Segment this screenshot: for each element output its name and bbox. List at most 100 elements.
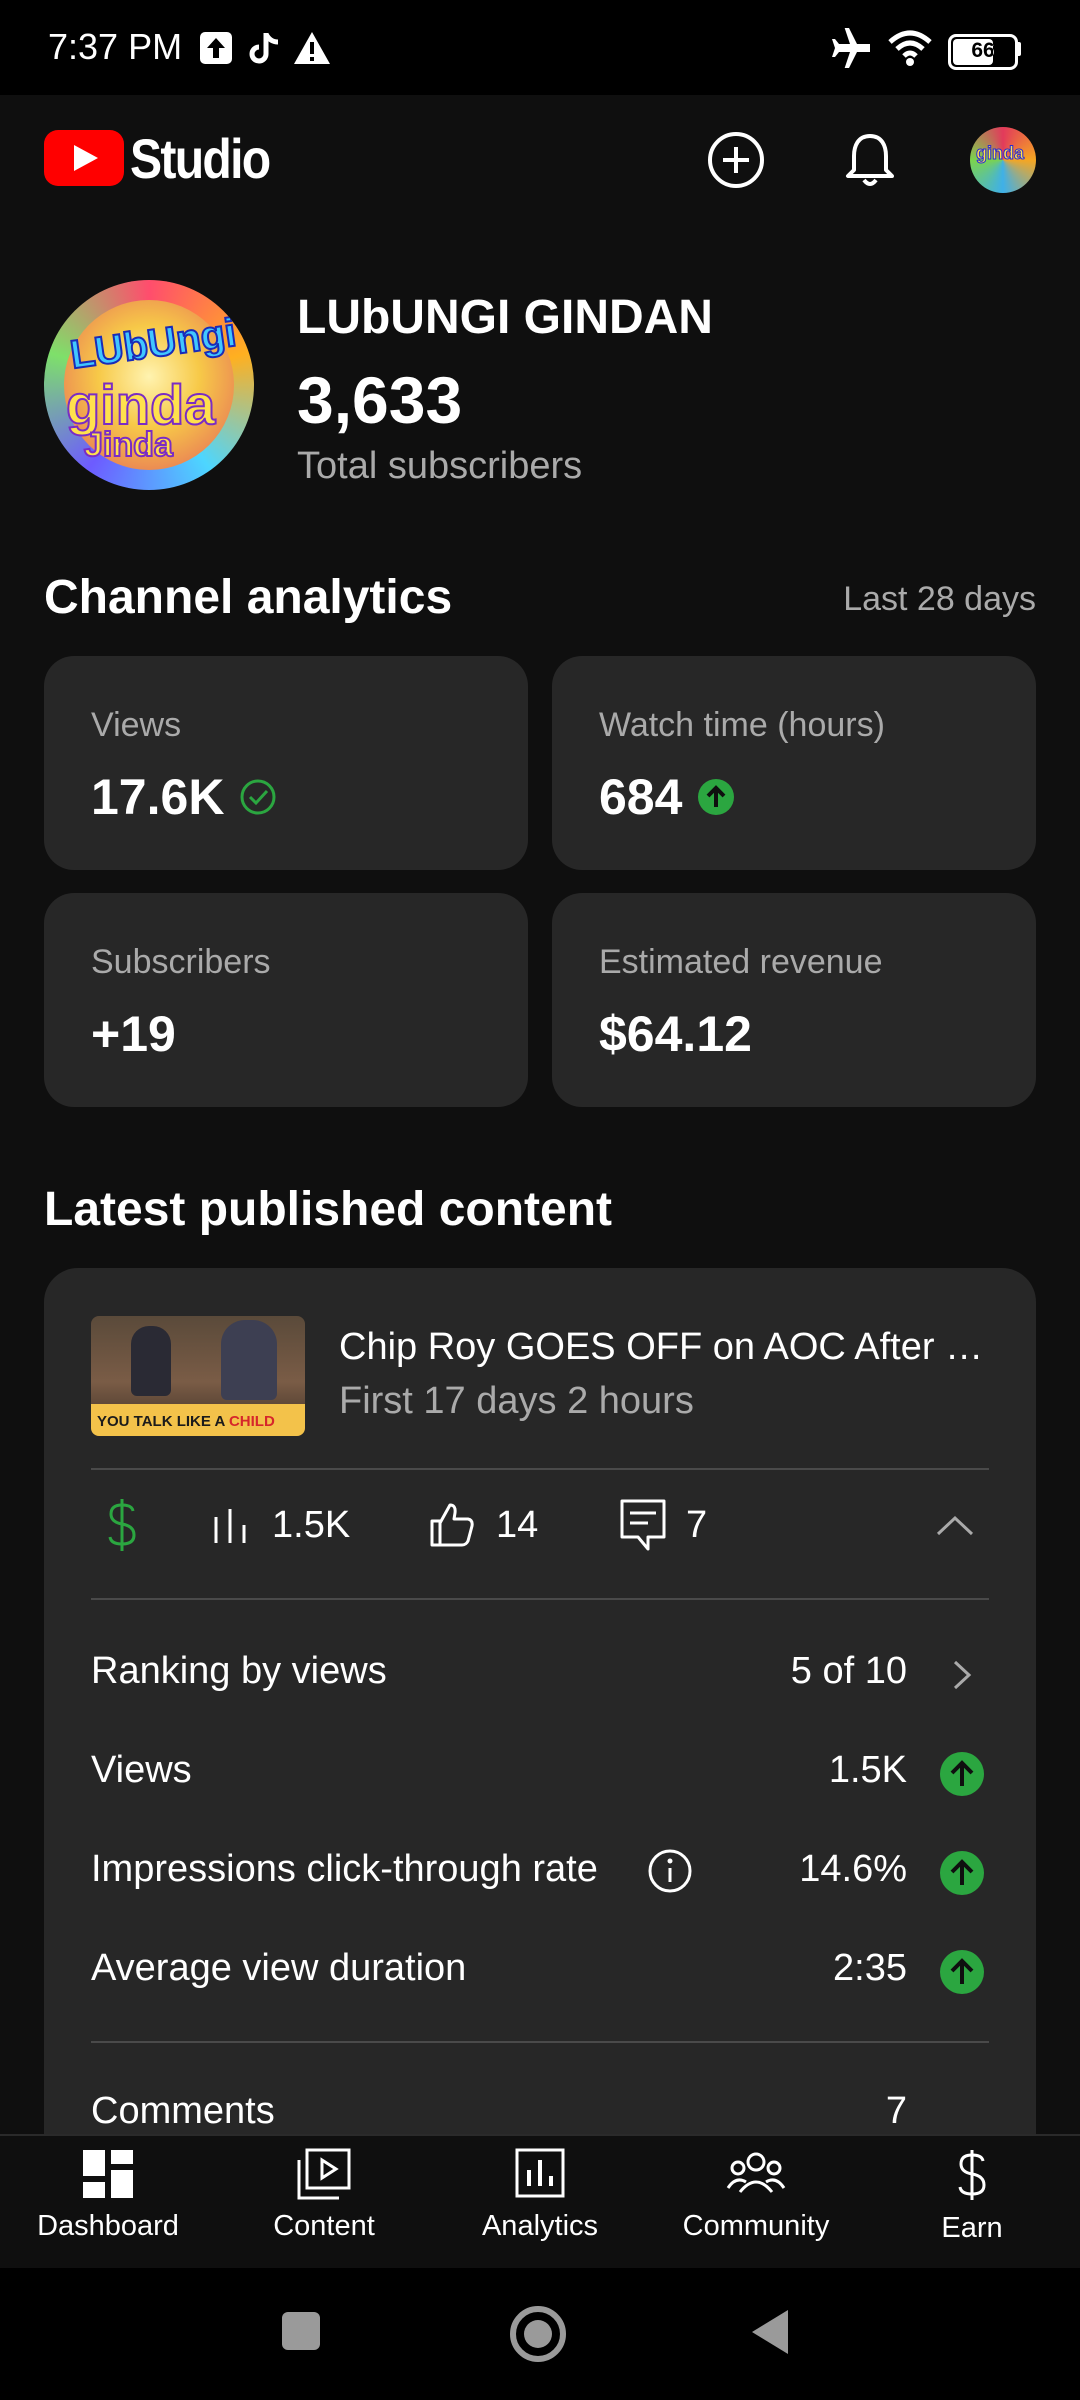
up-arrow-icon (940, 1851, 984, 1895)
battery-level: 66 (971, 39, 995, 62)
views-card-value: 17.6K (91, 769, 225, 825)
bar-chart-icon (214, 1509, 246, 1543)
nav-analytics[interactable]: Analytics (432, 2148, 648, 2258)
studio-title: Studio (130, 127, 271, 190)
info-icon[interactable] (647, 1848, 693, 1894)
youtube-logo-icon (44, 130, 124, 186)
comments-row-label: Comments (91, 2090, 275, 2132)
nav-community[interactable]: Community (648, 2148, 864, 2258)
ctr-metric-label: Impressions click-through rate (91, 1848, 598, 1890)
channel-name: LUbUNGI GINDAN (297, 291, 713, 344)
views-metric-row: Views 1.5K (91, 1737, 989, 1807)
subscriber-count: 3,633 (297, 363, 463, 437)
wifi-icon (888, 30, 932, 66)
nav-content-label: Content (273, 2210, 375, 2242)
views-card-label: Views (91, 706, 182, 744)
thumbnail-caption-highlight: CHILD (228, 1413, 275, 1430)
nav-earn[interactable]: Earn (864, 2148, 1080, 2258)
nav-content[interactable]: Content (216, 2148, 432, 2258)
dollar-icon (108, 1499, 136, 1551)
latest-content-title: Latest published content (44, 1183, 613, 1236)
thumbs-up-icon (430, 1503, 474, 1547)
views-card[interactable]: Views 17.6K (44, 656, 528, 870)
revenue-card[interactable]: Estimated revenue $64.12 (552, 893, 1036, 1107)
monetization-status (102, 1492, 142, 1558)
divider (91, 1468, 989, 1470)
airplane-mode-icon (832, 28, 870, 68)
upload-notification-icon (200, 32, 232, 64)
views-stat-value: 1.5K (272, 1503, 351, 1546)
divider (91, 2041, 989, 2043)
collapse-button[interactable] (934, 1492, 976, 1558)
thumbnail-caption-text: YOU TALK LIKE A (97, 1413, 229, 1430)
status-bar: 7:37 PM 66 (0, 0, 1080, 95)
nav-analytics-label: Analytics (481, 2210, 599, 2242)
bell-icon (846, 134, 894, 186)
watch-time-card-label: Watch time (hours) (599, 706, 885, 744)
up-arrow-icon (698, 779, 735, 815)
nav-community-label: Community (682, 2210, 830, 2242)
avd-metric-label: Average view duration (91, 1947, 467, 1989)
subscribers-card[interactable]: Subscribers +19 (44, 893, 528, 1107)
ranking-label: Ranking by views (91, 1650, 387, 1692)
ranking-value: 5 of 10 (790, 1650, 907, 1692)
up-arrow-icon (940, 1950, 984, 1994)
analytics-icon (515, 2148, 565, 2198)
ranking-row[interactable]: Ranking by views 5 of 10 (91, 1638, 989, 1708)
views-metric-label: Views (91, 1749, 192, 1791)
video-library-icon (297, 2148, 351, 2200)
revenue-card-value: $64.12 (599, 1006, 752, 1062)
revenue-card-label: Estimated revenue (599, 943, 883, 981)
check-circle-icon (240, 779, 276, 815)
comments-stat: 7 (618, 1492, 707, 1558)
tiktok-notification-icon (249, 32, 279, 64)
notifications-button[interactable] (838, 128, 902, 192)
chevron-right-icon (953, 1660, 972, 1690)
channel-logo-subtext: Jinda (83, 425, 174, 465)
thumbnail-caption: YOU TALK LIKE A CHILD (97, 1413, 275, 1430)
back-button[interactable] (748, 2306, 792, 2358)
add-icon (708, 132, 764, 188)
dashboard-icon (83, 2150, 133, 2198)
status-time: 7:37 PM (48, 26, 183, 67)
recents-button[interactable] (282, 2312, 320, 2350)
views-metric-value: 1.5K (828, 1749, 907, 1791)
video-thumbnail[interactable]: YOU TALK LIKE A CHILD (91, 1316, 305, 1436)
dollar-icon (958, 2150, 986, 2200)
thumbnail-figure (131, 1326, 171, 1396)
likes-stat-value: 14 (496, 1503, 539, 1546)
divider (91, 1598, 989, 1600)
avd-metric-value: 2:35 (833, 1947, 907, 1989)
video-title[interactable]: Chip Roy GOES OFF on AOC After H… (339, 1326, 989, 1369)
watch-time-card[interactable]: Watch time (hours) 684 (552, 656, 1036, 870)
comments-stat-value: 7 (686, 1503, 708, 1546)
nav-earn-label: Earn (941, 2212, 1003, 2244)
likes-stat: 14 (426, 1492, 538, 1558)
chevron-up-icon (936, 1515, 974, 1536)
home-button[interactable] (510, 2306, 566, 2362)
nav-dashboard[interactable]: Dashboard (0, 2148, 216, 2258)
subscribers-card-value: +19 (91, 1006, 176, 1062)
comments-row-value: 7 (885, 2090, 907, 2132)
community-icon (726, 2152, 786, 2193)
battery-icon: 66 (948, 34, 1018, 70)
warning-notification-icon (294, 32, 330, 64)
ctr-metric-row: Impressions click-through rate 14.6% (91, 1836, 989, 1906)
watch-time-card-value: 684 (599, 769, 683, 825)
thumbnail-figure (221, 1320, 277, 1400)
analytics-period: Last 28 days (843, 580, 1036, 618)
battery-tip (1016, 42, 1021, 56)
create-button[interactable] (704, 128, 768, 192)
account-avatar[interactable]: ginda (970, 127, 1036, 193)
analytics-title: Channel analytics (44, 571, 453, 624)
ctr-metric-value: 14.6% (799, 1848, 907, 1890)
comment-icon (620, 1499, 666, 1551)
nav-dashboard-label: Dashboard (37, 2210, 179, 2242)
system-nav-bar (0, 2268, 1080, 2400)
latest-content-card: YOU TALK LIKE A CHILD Chip Roy GOES OFF … (44, 1268, 1036, 2168)
avatar-logo-icon: ginda (976, 143, 1025, 164)
avd-metric-row: Average view duration 2:35 (91, 1935, 989, 2005)
subscribers-card-label: Subscribers (91, 943, 271, 981)
channel-avatar: LUbUngi ginda Jinda (44, 280, 254, 490)
subscriber-label: Total subscribers (297, 445, 583, 487)
